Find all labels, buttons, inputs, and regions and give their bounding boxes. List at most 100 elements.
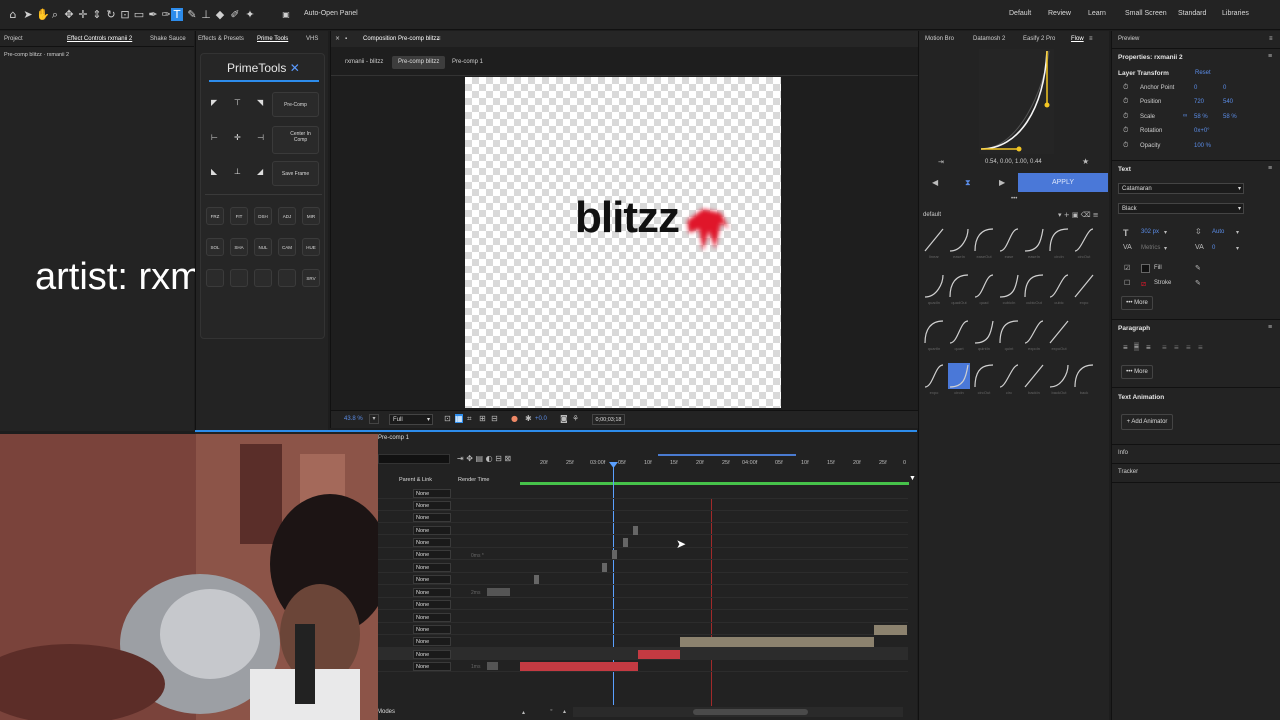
nul-button[interactable]: NUL: [254, 238, 272, 256]
workspace-standard[interactable]: Standard: [1178, 10, 1206, 17]
chevron-right-icon[interactable]: ▶: [999, 178, 1005, 187]
parent-select[interactable]: None: [413, 662, 451, 671]
ease-preset[interactable]: [973, 273, 995, 299]
tab-project[interactable]: Project: [4, 31, 23, 47]
breadcrumb-2[interactable]: Pre-comp blitzz: [392, 56, 446, 69]
parent-select[interactable]: None: [413, 563, 451, 572]
dolly-tool-icon[interactable]: ⇕: [91, 8, 103, 21]
exposure-icon[interactable]: ✱: [525, 414, 532, 423]
position-x-value[interactable]: 720: [1194, 99, 1204, 105]
scrollbar-thumb[interactable]: [693, 709, 808, 715]
layer-row[interactable]: [378, 536, 908, 548]
hand-tool-icon[interactable]: ✋: [36, 8, 50, 21]
parent-select[interactable]: None: [413, 526, 451, 535]
timeline-ruler[interactable]: 20f 25f 03:00f 05f 10f 15f 20f 25f 04:00…: [520, 457, 909, 471]
center-in-comp-button[interactable]: Center In Comp: [272, 126, 319, 154]
chevron-down-icon[interactable]: ▾: [1236, 229, 1239, 236]
puppet-tool-icon[interactable]: ✦: [244, 8, 256, 21]
fit-button[interactable]: FIT: [230, 207, 248, 225]
hue-button[interactable]: HUE: [302, 238, 320, 256]
paragraph-more-button[interactable]: ••• More: [1121, 365, 1153, 379]
layer-clip[interactable]: [633, 526, 638, 535]
align-top-center-icon[interactable]: ⊤: [234, 98, 241, 107]
layer-clip[interactable]: [874, 625, 907, 635]
workspace-learn[interactable]: Learn: [1088, 10, 1106, 17]
transparency-grid-icon[interactable]: ▦: [455, 414, 463, 423]
layer-clip[interactable]: [680, 637, 874, 647]
timeline-tab-title[interactable]: Pre-comp 1: [378, 435, 409, 441]
orbit-tool-icon[interactable]: ✥: [63, 8, 75, 21]
ease-preset[interactable]: [923, 273, 945, 299]
rectangle-tool-icon[interactable]: ▭: [133, 8, 145, 21]
layer-clip[interactable]: [623, 538, 628, 547]
stroke-color-swatch[interactable]: ⧄: [1141, 279, 1146, 289]
parent-select[interactable]: None: [413, 625, 451, 634]
roto-brush-icon[interactable]: ✐: [229, 8, 241, 21]
tab-shake-sauce[interactable]: Shake Sauce: [150, 31, 186, 47]
ease-preset[interactable]: [1023, 319, 1045, 345]
dsh-button[interactable]: DSH: [254, 207, 272, 225]
ease-preset[interactable]: [923, 319, 945, 345]
ease-preset[interactable]: [1048, 319, 1070, 345]
row3-button-4[interactable]: [278, 269, 296, 287]
ease-preset[interactable]: [1048, 227, 1070, 253]
parent-select[interactable]: None: [413, 513, 451, 522]
ease-preset[interactable]: [923, 363, 945, 389]
workspace-libraries[interactable]: Libraries: [1222, 10, 1249, 17]
ease-preset[interactable]: [973, 227, 995, 253]
row3-button-1[interactable]: [206, 269, 224, 287]
ease-preset[interactable]: [998, 227, 1020, 253]
ease-preset[interactable]: [948, 227, 970, 253]
font-size-value[interactable]: 302 px: [1141, 229, 1159, 235]
composition-tab-title[interactable]: Composition Pre-comp blitzz: [363, 31, 439, 47]
close-icon[interactable]: ×: [335, 31, 340, 47]
properties-menu-icon[interactable]: ≡: [1268, 53, 1272, 60]
zoom-level[interactable]: 43.8 %: [344, 416, 363, 422]
parent-select[interactable]: None: [413, 613, 451, 622]
auto-open-panel-label[interactable]: Auto-Open Panel: [304, 10, 358, 17]
zoom-out-icon[interactable]: ▴: [522, 709, 525, 716]
font-style-select[interactable]: Black ▾: [1118, 203, 1244, 214]
layer-row[interactable]: [378, 660, 908, 672]
flow-menu-icon[interactable]: ≡: [1089, 31, 1093, 47]
pre-comp-button[interactable]: Pre-Comp: [272, 92, 319, 117]
align-bottom-right-icon[interactable]: ◢: [257, 167, 263, 176]
rotate-tool-icon[interactable]: ↻: [105, 8, 117, 21]
align-right-icon[interactable]: ≡: [1146, 343, 1151, 352]
resolution-select[interactable]: Full ▾: [389, 414, 433, 425]
srv-button[interactable]: SRV: [302, 269, 320, 287]
preset-toolbar-icons[interactable]: ▾ + ▣ ⌫ ≡: [1058, 211, 1099, 219]
breadcrumb-1[interactable]: rxmanii - blitzz: [345, 59, 383, 65]
clone-stamp-icon[interactable]: ⊥: [200, 8, 212, 21]
checkbox-icon[interactable]: ☐: [1124, 279, 1130, 287]
adj-button[interactable]: ADJ: [278, 207, 296, 225]
chevron-left-icon[interactable]: ◀: [932, 178, 938, 187]
ease-preset[interactable]: [973, 319, 995, 345]
reset-link[interactable]: Reset: [1195, 70, 1211, 76]
swap-icon[interactable]: ⧗: [965, 178, 971, 188]
stopwatch-icon[interactable]: ⏱: [1123, 113, 1128, 121]
anchor-y-value[interactable]: 0: [1223, 85, 1226, 91]
frz-button[interactable]: FRZ: [206, 207, 224, 225]
ease-preset[interactable]: [998, 363, 1020, 389]
ease-preset[interactable]: [1023, 273, 1045, 299]
modes-toggle[interactable]: Modes: [377, 709, 395, 715]
channel-icon[interactable]: ⊟: [491, 414, 498, 423]
preset-dropdown[interactable]: default: [923, 212, 941, 218]
row3-button-3[interactable]: [254, 269, 272, 287]
copy-icon[interactable]: ⇥: [938, 158, 944, 166]
align-bottom-center-icon[interactable]: ⊥: [234, 167, 241, 176]
fill-color-swatch[interactable]: [1141, 264, 1150, 273]
apply-button[interactable]: APPLY: [1018, 173, 1108, 192]
ease-preset[interactable]: [1023, 227, 1045, 253]
layer-row[interactable]: [378, 586, 908, 598]
ease-preset[interactable]: [948, 363, 970, 389]
layer-row[interactable]: [378, 523, 908, 535]
tracking-value[interactable]: 0: [1212, 245, 1215, 251]
leading-value[interactable]: Auto: [1212, 229, 1224, 235]
text-menu-icon[interactable]: ≡: [1268, 165, 1272, 172]
layer-row[interactable]: [378, 623, 908, 635]
align-top-left-icon[interactable]: ◤: [211, 98, 217, 107]
layer-row[interactable]: [378, 573, 908, 585]
region-icon[interactable]: ⊡: [444, 414, 451, 423]
